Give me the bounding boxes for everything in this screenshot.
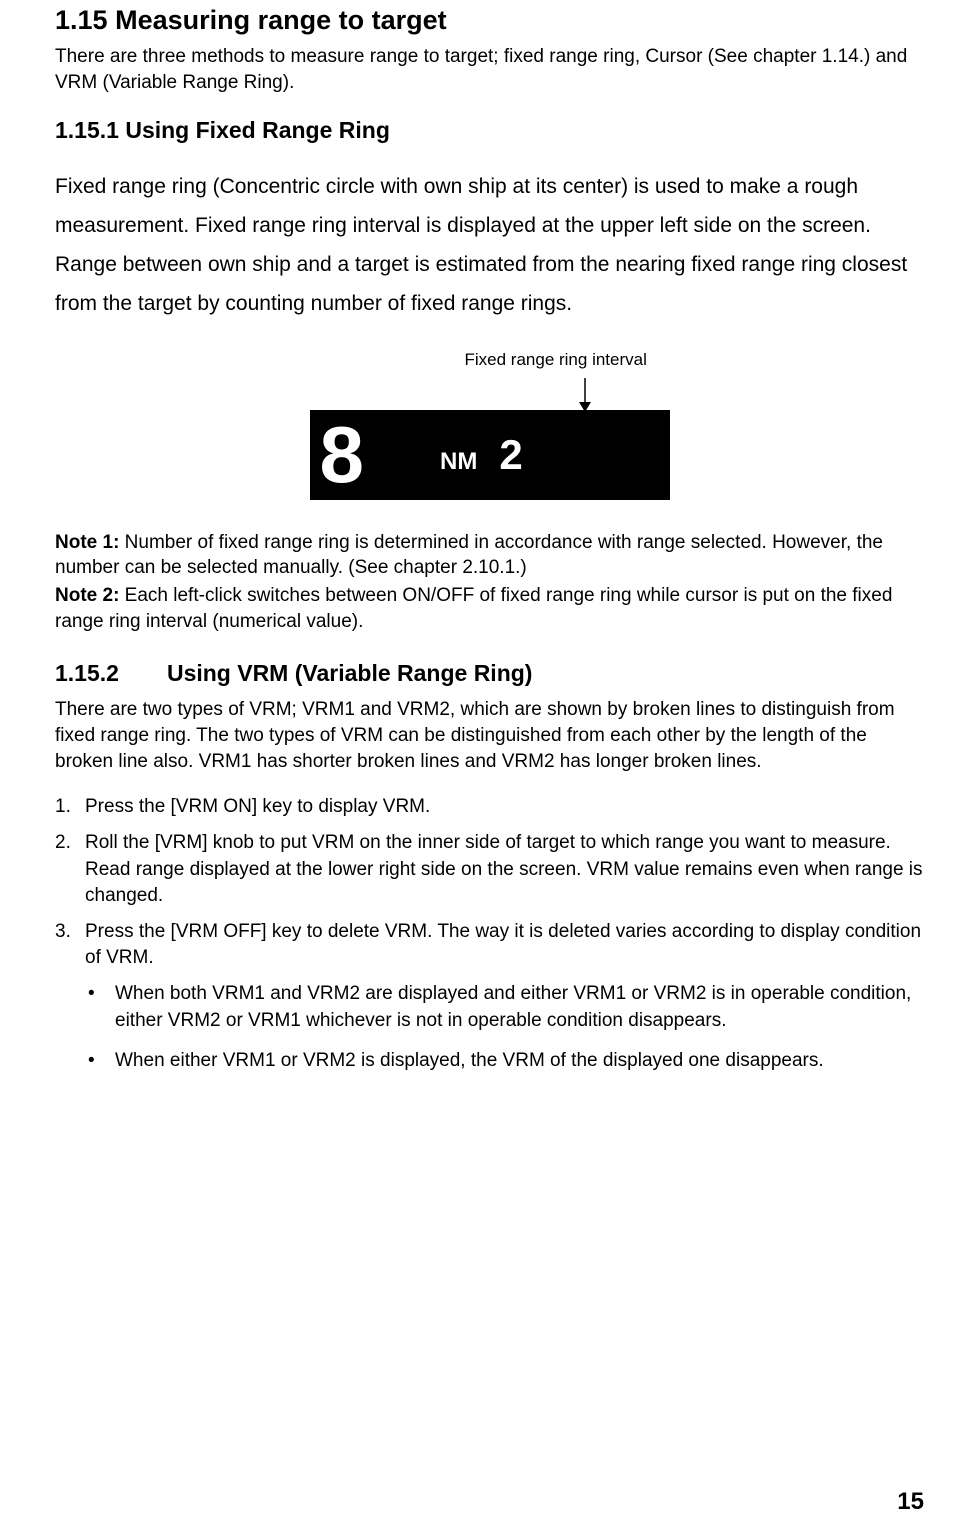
subsection-2-number: 1.15.2 — [55, 660, 119, 687]
arrow-down-icon — [575, 378, 595, 412]
step-text: Roll the [VRM] knob to put VRM on the in… — [85, 832, 923, 905]
list-item: Roll the [VRM] knob to put VRM on the in… — [55, 830, 924, 909]
figure: Fixed range ring interval 8 NM 2 — [310, 350, 670, 500]
note-1-body: Number of fixed range ring is determined… — [55, 532, 883, 579]
note-1: Note 1: Number of fixed range ring is de… — [55, 530, 924, 581]
list-item: When either VRM1 or VRM2 is displayed, t… — [85, 1048, 924, 1074]
subsection-1-number: 1.15.1 — [55, 117, 119, 143]
display-unit: NM — [440, 448, 477, 476]
section-number: 1.15 — [55, 5, 108, 35]
list-item: Press the [VRM ON] key to display VRM. — [55, 794, 924, 820]
display-box: 8 NM 2 — [310, 410, 670, 500]
subsection-2-heading: 1.15.2 Using VRM (Variable Range Ring) — [55, 660, 924, 687]
display-sub-wrap: NM 2 — [440, 431, 523, 479]
subsection-1-body: Fixed range ring (Concentric circle with… — [55, 168, 924, 323]
subsection-2-title: Using VRM (Variable Range Ring) — [167, 660, 533, 686]
display-sub-value: 2 — [499, 431, 522, 479]
list-item: Press the [VRM OFF] key to delete VRM. T… — [55, 919, 924, 1074]
step-text: Press the [VRM OFF] key to delete VRM. T… — [85, 921, 921, 968]
section-intro: There are three methods to measure range… — [55, 44, 924, 95]
note-2-label: Note 2: — [55, 585, 119, 606]
note-2-body: Each left-click switches between ON/OFF … — [55, 585, 892, 632]
figure-container: Fixed range ring interval 8 NM 2 — [55, 350, 924, 500]
subsection-2-intro: There are two types of VRM; VRM1 and VRM… — [55, 697, 924, 774]
list-item: When both VRM1 and VRM2 are displayed an… — [85, 981, 924, 1033]
steps-list: Press the [VRM ON] key to display VRM. R… — [55, 794, 924, 1074]
bullet-text: When both VRM1 and VRM2 are displayed an… — [115, 983, 911, 1030]
notes-block: Note 1: Number of fixed range ring is de… — [55, 530, 924, 635]
step-text: Press the [VRM ON] key to display VRM. — [85, 796, 430, 817]
bullets-list: When both VRM1 and VRM2 are displayed an… — [85, 981, 924, 1074]
subsection-1-title: Using Fixed Range Ring — [125, 117, 390, 143]
page-number: 15 — [897, 1488, 924, 1516]
note-1-label: Note 1: — [55, 532, 119, 553]
section-heading: 1.15 Measuring range to target — [55, 5, 924, 36]
subsection-1-heading: 1.15.1 Using Fixed Range Ring — [55, 117, 924, 144]
bullet-text: When either VRM1 or VRM2 is displayed, t… — [115, 1050, 824, 1071]
section-title: Measuring range to target — [115, 5, 447, 35]
note-2: Note 2: Each left-click switches between… — [55, 583, 924, 634]
figure-label: Fixed range ring interval — [465, 350, 647, 370]
display-main-value: 8 — [320, 415, 361, 495]
